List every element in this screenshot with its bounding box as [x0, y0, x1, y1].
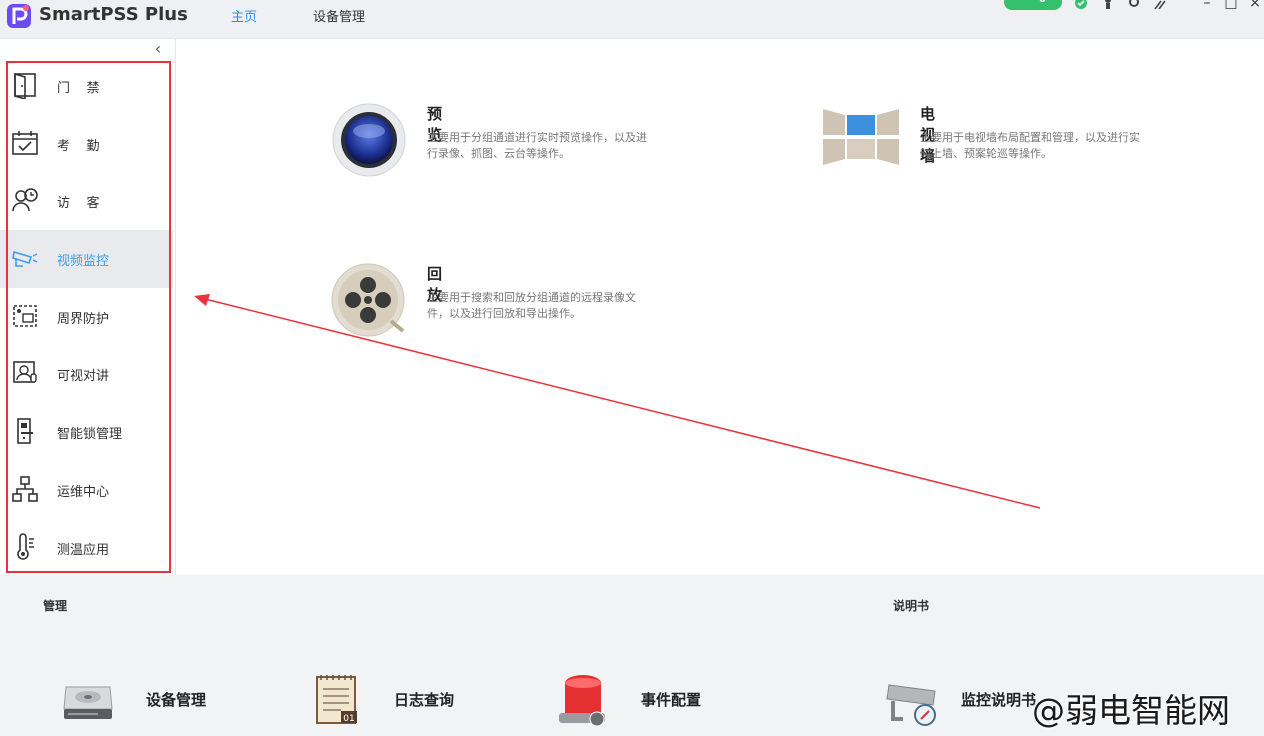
sidebar-item-access-control[interactable]: 门 禁 [0, 57, 173, 115]
status-badge[interactable]: 0 [1004, 0, 1062, 10]
app-logo-icon [7, 4, 31, 28]
tab-home[interactable]: 主页 [231, 6, 257, 25]
thermometer-icon [17, 532, 34, 560]
watermark-text: @弱电智能网 [1032, 691, 1230, 730]
sidebar-item-label: 测温应用 [57, 542, 110, 558]
tools-icon[interactable] [1153, 0, 1167, 9]
sidebar-item-label: 运维中心 [57, 484, 110, 500]
app-description: 主要用于电视墙布局配置和管理，以及进行实时上墙、预案轮巡等操作。 [920, 131, 1140, 160]
tab-device-management[interactable]: 设备管理 [313, 6, 365, 25]
collapse-sidebar-button[interactable]: ‹ [150, 39, 166, 58]
svg-text:01: 01 [343, 714, 354, 724]
network-tree-icon [12, 476, 38, 502]
sidebar-item-label: 周界防护 [57, 311, 110, 327]
gear-icon[interactable] [1127, 0, 1141, 9]
user-icon[interactable] [1101, 0, 1115, 9]
sidebar-item-attendance[interactable]: 考 勤 [0, 115, 173, 173]
alarm-light-icon [559, 675, 605, 727]
app-description: 主要用于搜索和回放分组通道的远程录像文件，以及进行回放和导出操作。 [427, 291, 636, 320]
hard-drive-icon [63, 686, 113, 719]
door-icon [14, 72, 36, 99]
minimize-button[interactable]: – [1200, 0, 1214, 10]
smart-lock-icon [17, 418, 33, 444]
app-description: 主要用于分组通道进行实时预览操作，以及进行录像、抓图、云台等操作。 [427, 131, 647, 160]
sidebar-item-ops-center[interactable]: 运维中心 [0, 461, 173, 519]
film-reel-icon [331, 263, 405, 337]
sidebar-item-smart-lock[interactable]: 智能锁管理 [0, 403, 173, 461]
log-notepad-icon: 01 [316, 675, 357, 724]
camera-manual-icon [886, 684, 936, 726]
sidebar-item-label: 视频监控 [57, 254, 110, 270]
sidebar-item-video-surveillance[interactable]: 视频监控 [0, 230, 173, 288]
sidebar-item-perimeter[interactable]: 周界防护 [0, 288, 173, 346]
sidebar-item-thermal[interactable]: 测温应用 [0, 519, 173, 577]
camera-icon [12, 251, 38, 267]
sidebar: ‹ 门 禁 考 勤 访 客 视频监控 周界防护 可视对讲 智能锁管理 运维中心 … [0, 39, 176, 575]
tool-label: 监控说明书 [961, 691, 1037, 709]
sidebar-item-label: 访 客 [57, 196, 100, 212]
app-title: SmartPSS Plus [39, 4, 188, 25]
tool-label: 设备管理 [146, 691, 207, 709]
sidebar-item-label: 门 禁 [57, 81, 100, 96]
intercom-icon [13, 361, 37, 384]
sidebar-item-label: 考 勤 [57, 138, 100, 154]
sidebar-item-video-intercom[interactable]: 可视对讲 [0, 345, 173, 403]
calendar-check-icon [12, 130, 38, 155]
visitor-icon [12, 188, 38, 212]
sidebar-item-label: 智能锁管理 [57, 427, 123, 443]
perimeter-icon [13, 304, 37, 327]
status-count: 0 [1039, 0, 1046, 5]
maximize-button[interactable]: □ [1224, 0, 1238, 10]
tool-label: 日志查询 [394, 691, 455, 709]
preview-lens-icon [332, 103, 406, 177]
video-wall-icon [823, 109, 899, 165]
tool-label: 事件配置 [641, 691, 702, 709]
check-shield-icon[interactable] [1074, 0, 1088, 9]
sidebar-item-visitor[interactable]: 访 客 [0, 172, 173, 230]
close-button[interactable]: × [1248, 0, 1262, 10]
sidebar-item-label: 可视对讲 [57, 369, 110, 385]
manual-section-title: 说明书 [893, 599, 930, 613]
manage-section-title: 管理 [43, 599, 68, 613]
sidebar-menu: 门 禁 考 勤 访 客 视频监控 周界防护 可视对讲 智能锁管理 运维中心 测温… [0, 57, 175, 576]
title-bar: SmartPSS Plus 主页 设备管理 0 – □ × [0, 0, 1264, 39]
